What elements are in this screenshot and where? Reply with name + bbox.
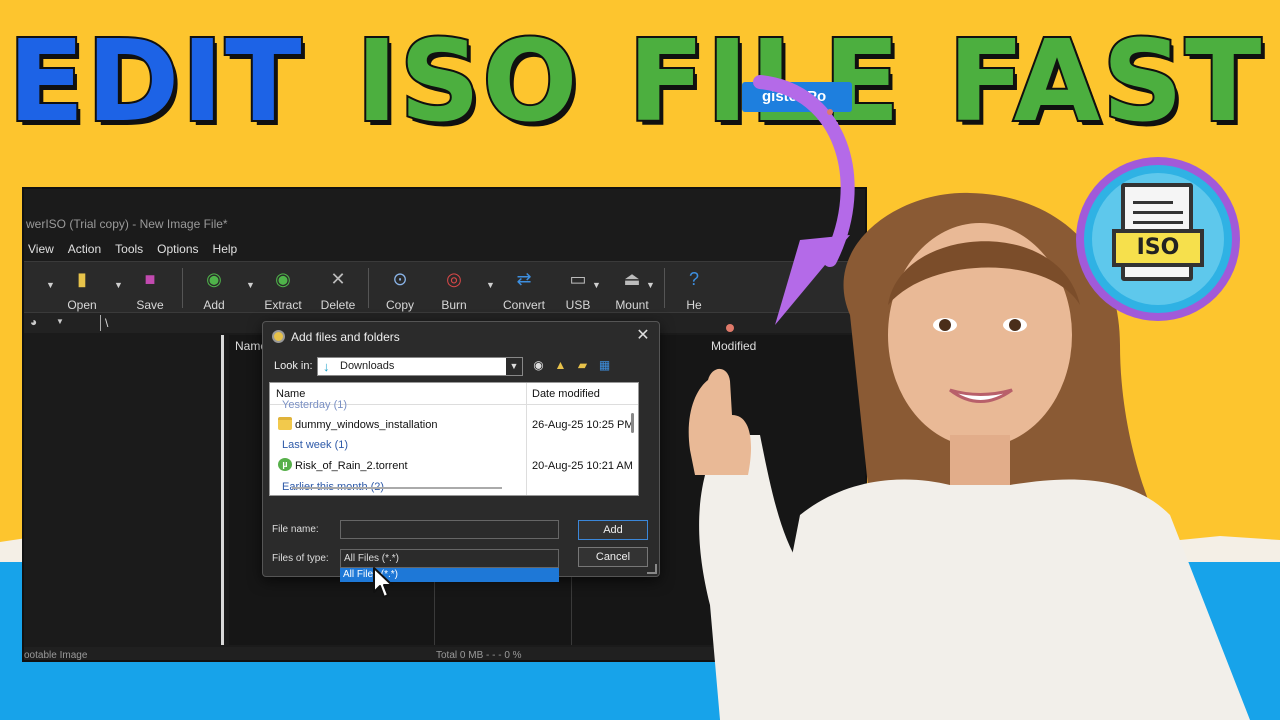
add-files-dialog: Add files and folders ✕ Look in: ↓ Downl…	[262, 321, 660, 582]
iso-label: ISO	[1112, 229, 1204, 267]
list-item[interactable]: µ Risk_of_Rain_2.torrent 20-Aug-25 10:21…	[270, 455, 638, 477]
download-arrow-icon: ↓	[323, 359, 330, 374]
file-name-input[interactable]	[340, 520, 559, 539]
doc-line	[1133, 211, 1183, 214]
look-in-select[interactable]: ↓ Downloads	[317, 357, 523, 376]
dropdown-arrow-icon[interactable]: ▼	[592, 280, 601, 290]
doc-line	[1133, 221, 1183, 224]
convert-label: Convert	[502, 298, 546, 312]
open-button[interactable]: ▮ Open	[54, 264, 110, 312]
delete-x-icon: ✕	[330, 269, 346, 289]
list-item[interactable]: dummy_windows_installation 26-Aug-25 10:…	[270, 414, 638, 436]
folder-tree-pane[interactable]	[24, 335, 224, 645]
mouse-cursor-icon	[373, 567, 393, 598]
menu-view[interactable]: View	[24, 238, 64, 260]
usb-drive-icon: ▭	[569, 269, 587, 289]
file-name-label: File name:	[272, 524, 319, 535]
convert-button[interactable]: ⇄ Convert	[496, 264, 552, 312]
copy-disc-icon: ⊙	[392, 269, 408, 289]
save-button[interactable]: ■ Save	[122, 264, 178, 312]
add-label: Add	[203, 298, 225, 312]
burn-button[interactable]: ◎ Burn	[426, 264, 482, 312]
back-icon[interactable]: ◕	[30, 315, 37, 329]
file-type-label: Files of type:	[272, 553, 329, 564]
cancel-button[interactable]: Cancel	[578, 547, 648, 567]
close-icon[interactable]: ✕	[635, 328, 651, 344]
curved-pointer-arrow	[726, 75, 855, 332]
delete-button[interactable]: ✕ Delete	[310, 264, 366, 312]
convert-arrows-icon: ⇄	[516, 269, 532, 289]
add-button[interactable]: Add	[578, 520, 648, 540]
dialog-file-list[interactable]: Name Date modified Yesterday (1) dummy_w…	[269, 382, 639, 496]
open-folder-icon: ▮	[77, 269, 87, 289]
menu-options[interactable]: Options	[153, 238, 208, 260]
open-label: Open	[67, 298, 97, 312]
headline-word-fast: FAST	[946, 15, 1264, 149]
group-yesterday[interactable]: Yesterday (1)	[282, 399, 347, 411]
menu-action[interactable]: Action	[64, 238, 111, 260]
headline-word-edit: EDIT	[6, 15, 304, 149]
folder-icon	[278, 417, 292, 430]
status-total: Total 0 MB - - - 0 %	[436, 650, 522, 661]
list-header-date[interactable]: Date modified	[532, 388, 600, 400]
group-last-week[interactable]: Last week (1)	[282, 439, 348, 451]
usb-label: USB	[565, 298, 591, 312]
back-globe-icon[interactable]: ◉	[531, 358, 546, 373]
add-disc-icon: ◉	[206, 269, 222, 289]
copy-button[interactable]: ⊙ Copy	[372, 264, 428, 312]
save-label: Save	[136, 298, 164, 312]
look-in-value: Downloads	[340, 360, 395, 372]
menu-help[interactable]: Help	[209, 238, 248, 260]
look-in-label: Look in:	[274, 360, 313, 372]
toolbar-separator	[182, 268, 183, 308]
copy-label: Copy	[385, 298, 414, 312]
dialog-title: Add files and folders	[291, 330, 400, 344]
vertical-scrollbar[interactable]	[631, 413, 634, 433]
dropdown-arrow-icon[interactable]: ▼	[56, 317, 64, 326]
file-date: 26-Aug-25 10:25 PM	[532, 419, 634, 431]
headline-word-iso: ISO	[354, 15, 580, 149]
delete-label: Delete	[320, 298, 356, 312]
new-folder-icon[interactable]: ▰	[575, 358, 590, 373]
dialog-nav-icons: ◉ ▲ ▰ ▦	[531, 358, 612, 373]
menu-tools[interactable]: Tools	[111, 238, 153, 260]
torrent-icon: µ	[278, 458, 292, 471]
list-column-divider	[526, 383, 527, 495]
headline: EDIT ISO FILE FAST	[6, 12, 1278, 152]
view-menu-icon[interactable]: ▦	[597, 358, 612, 373]
mount-drive-icon: ⏏	[623, 269, 641, 289]
doc-line	[1133, 201, 1173, 204]
save-disk-icon: ■	[144, 269, 156, 289]
file-date: 20-Aug-25 10:21 AM	[532, 460, 633, 472]
toolbar-separator	[368, 268, 369, 308]
status-image-type: ootable Image	[24, 650, 88, 661]
dropdown-arrow-icon[interactable]: ▼	[246, 280, 255, 290]
extract-label: Extract	[264, 298, 302, 312]
extract-disc-icon: ◉	[275, 269, 291, 289]
burn-label: Burn	[441, 298, 467, 312]
extract-button[interactable]: ◉ Extract	[255, 264, 311, 312]
dropdown-arrow-icon[interactable]: ▼	[486, 280, 495, 290]
file-name: Risk_of_Rain_2.torrent	[295, 460, 408, 472]
add-button[interactable]: ◉ Add	[186, 264, 242, 312]
chevron-down-icon[interactable]: ▼	[506, 358, 522, 375]
burn-disc-icon: ◎	[446, 269, 462, 289]
iso-file-badge: ISO	[1076, 157, 1240, 321]
file-name: dummy_windows_installation	[295, 419, 438, 431]
up-folder-icon[interactable]: ▲	[553, 358, 568, 373]
horizontal-scrollbar[interactable]	[292, 487, 502, 489]
poweriso-disc-icon	[272, 330, 285, 343]
